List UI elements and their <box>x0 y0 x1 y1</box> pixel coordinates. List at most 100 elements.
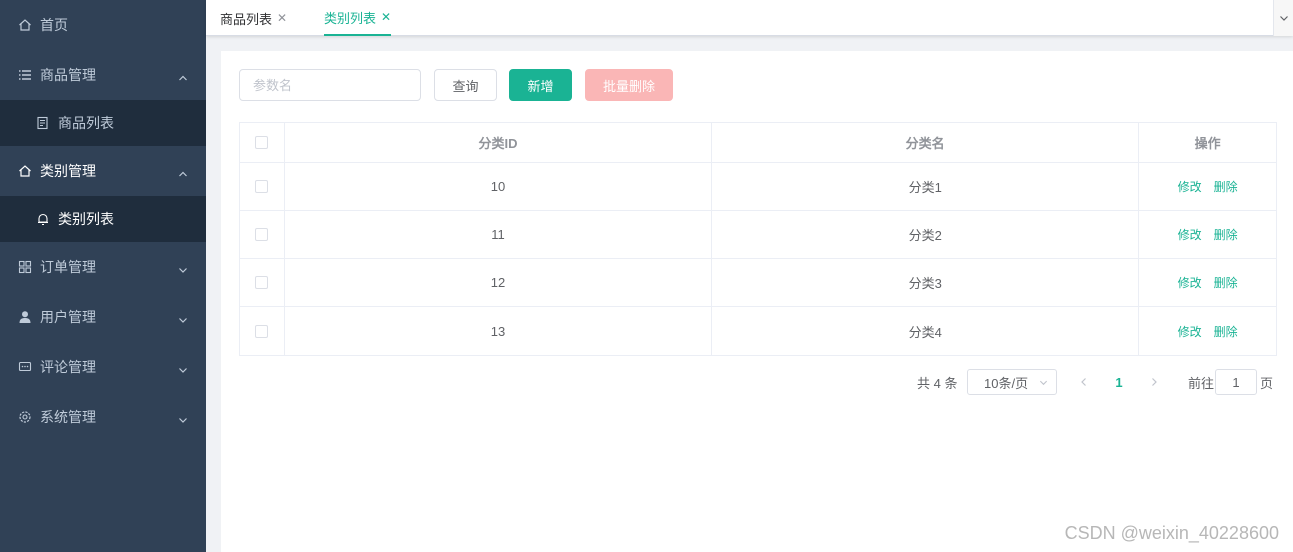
page-number[interactable]: 1 <box>1109 369 1129 395</box>
sidebar-item-label: 评论管理 <box>40 359 96 375</box>
goto-page-input[interactable] <box>1215 369 1257 395</box>
query-button[interactable]: 查询 <box>434 69 497 101</box>
chevron-down-icon <box>1039 380 1048 386</box>
sidebar-item-label: 商品列表 <box>58 115 114 131</box>
header-category-id[interactable]: 分类ID <box>285 123 713 162</box>
cell-category-name: 分类3 <box>712 259 1140 306</box>
batch-delete-button[interactable]: 批量删除 <box>585 69 673 101</box>
next-page-button[interactable] <box>1147 369 1161 395</box>
select-all-checkbox[interactable] <box>255 136 269 149</box>
delete-link[interactable]: 删除 <box>1214 323 1238 340</box>
edit-link[interactable]: 修改 <box>1178 226 1202 243</box>
chevron-left-icon <box>1081 378 1086 386</box>
sidebar-item-product-list[interactable]: 商品列表 <box>0 100 206 146</box>
delete-link[interactable]: 删除 <box>1214 178 1238 195</box>
cell-category-id: 13 <box>285 307 713 355</box>
cell-category-id: 12 <box>285 259 713 306</box>
sidebar-item-system-management[interactable]: 系统管理 <box>0 392 206 442</box>
category-table: 分类ID 分类名 操作 10 分类1 修改 删除 11 分类2 修改 删除 12 <box>239 122 1277 356</box>
page-suffix-label: 页 <box>1260 375 1274 391</box>
chevron-right-icon <box>1152 378 1157 386</box>
chevron-down-icon <box>1279 16 1288 21</box>
edit-link[interactable]: 修改 <box>1178 274 1202 291</box>
tab-category-list[interactable]: 类别列表 ✕ <box>324 0 392 36</box>
add-button[interactable]: 新增 <box>509 69 572 101</box>
sidebar-item-user-management[interactable]: 用户管理 <box>0 292 206 342</box>
sidebar-item-label: 类别管理 <box>40 163 96 179</box>
chevron-down-icon <box>178 412 188 423</box>
edit-link[interactable]: 修改 <box>1178 323 1202 340</box>
delete-link[interactable]: 删除 <box>1214 274 1238 291</box>
table-row: 10 分类1 修改 删除 <box>240 163 1276 211</box>
cell-operations: 修改 删除 <box>1139 259 1276 306</box>
sidebar-item-label: 系统管理 <box>40 409 96 425</box>
sidebar-item-label: 商品管理 <box>40 67 96 83</box>
tab-label: 商品列表 <box>220 11 273 27</box>
cell-operations: 修改 删除 <box>1139 211 1276 258</box>
sidebar-item-label: 类别列表 <box>58 211 114 227</box>
close-icon[interactable]: ✕ <box>381 10 391 24</box>
row-checkbox[interactable] <box>255 324 269 338</box>
close-icon[interactable]: ✕ <box>277 11 287 25</box>
cell-category-name: 分类4 <box>712 307 1140 355</box>
page-size-value: 10条/页 <box>984 375 1029 391</box>
grid-icon <box>18 260 32 274</box>
document-icon <box>36 116 50 130</box>
sidebar-item-product-management[interactable]: 商品管理 <box>0 50 206 100</box>
select-all-cell <box>240 123 285 162</box>
delete-link[interactable]: 删除 <box>1214 226 1238 243</box>
cell-category-id: 10 <box>285 163 713 210</box>
bell-icon <box>36 212 50 226</box>
sidebar-item-category-management[interactable]: 类别管理 <box>0 146 206 196</box>
row-check-cell <box>240 163 285 210</box>
search-input[interactable] <box>239 69 421 101</box>
row-check-cell <box>240 211 285 258</box>
table-header-row: 分类ID 分类名 操作 <box>240 123 1276 163</box>
sidebar-item-home[interactable]: 首页 <box>0 0 206 50</box>
row-checkbox[interactable] <box>255 180 269 193</box>
table-row: 12 分类3 修改 删除 <box>240 259 1276 307</box>
chevron-down-icon <box>178 362 188 373</box>
sidebar-item-label: 订单管理 <box>40 259 96 275</box>
home-icon <box>18 18 32 32</box>
content-card: 查询 新增 批量删除 分类ID 分类名 操作 10 分类1 修改 删除 11 分… <box>221 51 1293 552</box>
tabs-bar: 商品列表 ✕ 类别列表 ✕ <box>206 0 1293 36</box>
cell-category-name: 分类2 <box>712 211 1140 258</box>
sidebar-item-order-management[interactable]: 订单管理 <box>0 242 206 292</box>
edit-link[interactable]: 修改 <box>1178 178 1202 195</box>
row-check-cell <box>240 307 285 355</box>
chat-icon <box>18 360 32 374</box>
tabs-dropdown-button[interactable] <box>1273 0 1293 36</box>
watermark: CSDN @weixin_40228600 <box>1064 523 1279 543</box>
row-checkbox[interactable] <box>255 276 269 289</box>
header-category-name[interactable]: 分类名 <box>712 123 1140 162</box>
page-size-select[interactable]: 10条/页 <box>967 369 1057 395</box>
list-icon <box>18 68 32 82</box>
tab-product-list[interactable]: 商品列表 ✕ <box>220 0 287 36</box>
prev-page-button[interactable] <box>1077 369 1091 395</box>
row-check-cell <box>240 259 285 306</box>
sidebar-item-label: 用户管理 <box>40 309 96 325</box>
sidebar: 首页 商品管理 商品列表 类别管理 类别列表 订单管理 用户管理 评论管理 系统… <box>0 0 206 552</box>
sidebar-item-comment-management[interactable]: 评论管理 <box>0 342 206 392</box>
cell-operations: 修改 删除 <box>1139 307 1276 355</box>
chevron-up-icon <box>178 166 188 177</box>
table-row: 11 分类2 修改 删除 <box>240 211 1276 259</box>
chevron-down-icon <box>178 312 188 323</box>
home-icon <box>18 164 32 178</box>
cell-category-id: 11 <box>285 211 713 258</box>
pagination-total: 共 4 条 <box>917 375 958 391</box>
table-row: 13 分类4 修改 删除 <box>240 307 1276 355</box>
cell-category-name: 分类1 <box>712 163 1140 210</box>
sidebar-item-category-list[interactable]: 类别列表 <box>0 196 206 242</box>
chevron-up-icon <box>178 70 188 81</box>
cell-operations: 修改 删除 <box>1139 163 1276 210</box>
gear-icon <box>18 410 32 424</box>
row-checkbox[interactable] <box>255 228 269 241</box>
user-icon <box>18 310 32 324</box>
header-operations: 操作 <box>1194 136 1221 151</box>
goto-label: 前往 <box>1188 375 1215 391</box>
chevron-down-icon <box>178 262 188 273</box>
sidebar-item-label: 首页 <box>40 17 68 33</box>
tab-label: 类别列表 <box>324 10 377 26</box>
